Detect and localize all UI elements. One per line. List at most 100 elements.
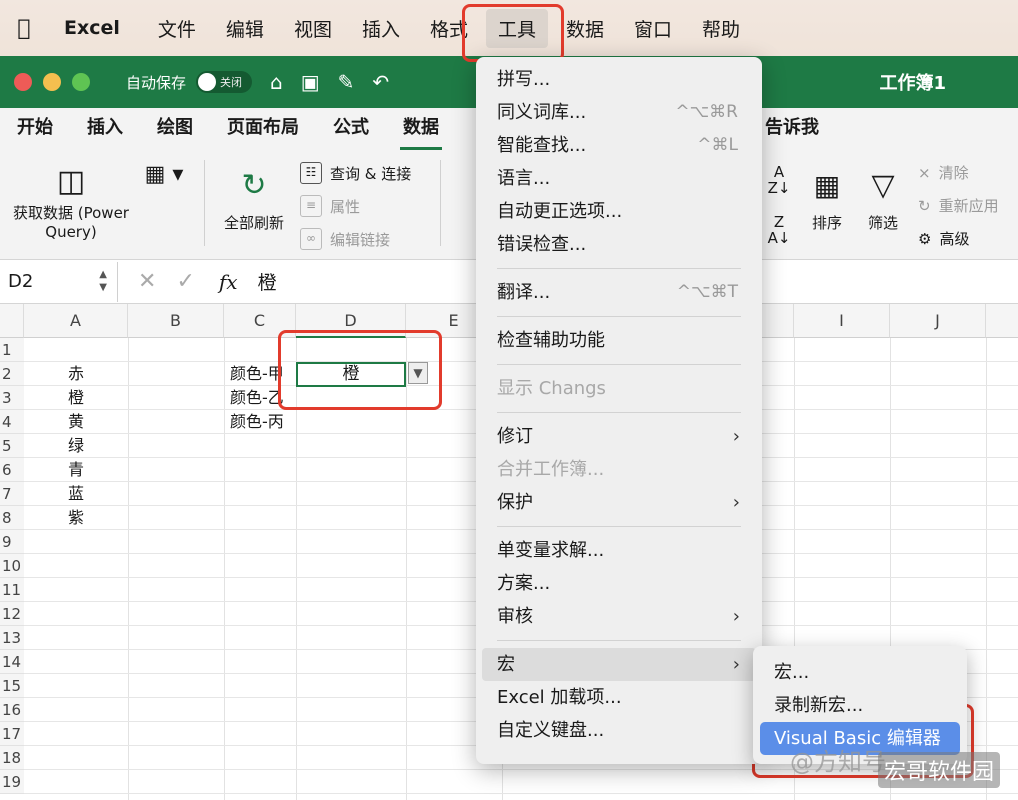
column-header-a[interactable]: A <box>24 304 128 338</box>
reapply-button[interactable]: ↻ 重新应用 <box>918 195 999 216</box>
sort-button[interactable]: ▦ 排序 <box>802 160 852 233</box>
edit-links-button[interactable]: ∞ 编辑链接 <box>300 228 390 250</box>
menu-item-protection[interactable]: 保护 › <box>476 486 762 519</box>
row-header[interactable]: 8 <box>0 506 24 530</box>
menu-item-smart-lookup[interactable]: 智能查找... ^⌘L <box>476 129 762 162</box>
row-header[interactable]: 19 <box>0 770 24 794</box>
show-changes-label: 显示 Changs <box>497 378 606 399</box>
submenu-item-macros[interactable]: 宏... <box>753 656 967 689</box>
autosave-toggle[interactable]: 关闭 <box>196 71 253 93</box>
column-header-i[interactable]: I <box>794 304 890 338</box>
tab-insert[interactable]: 插入 <box>70 108 140 152</box>
smart-lookup-label: 智能查找... <box>497 135 587 156</box>
menu-item-spelling[interactable]: 拼写... <box>476 63 762 96</box>
menu-item-autocorrect[interactable]: 自动更正选项... <box>476 195 762 228</box>
cell-a2[interactable]: 赤 <box>24 362 128 386</box>
row-header[interactable]: 4 <box>0 410 24 434</box>
menu-item-addins[interactable]: Excel 加载项... <box>476 681 762 714</box>
cell-a7[interactable]: 蓝 <box>24 482 128 506</box>
existing-connections-icon[interactable]: ▦ ▾ <box>140 162 188 187</box>
cell-c4[interactable]: 颜色-丙 <box>230 410 300 434</box>
row-header[interactable]: 14 <box>0 650 24 674</box>
select-all-corner[interactable] <box>0 304 24 338</box>
menu-item-error-check[interactable]: 错误检查... <box>476 228 762 261</box>
grid-line <box>986 338 987 800</box>
menu-insert[interactable]: 插入 <box>350 9 412 48</box>
advanced-filter-button[interactable]: ⚙ 高级 <box>918 228 969 249</box>
row-header[interactable]: 18 <box>0 746 24 770</box>
submenu-item-record-macro[interactable]: 录制新宏... <box>753 689 967 722</box>
row-header[interactable]: 9 <box>0 530 24 554</box>
autosave-state: 关闭 <box>220 76 243 89</box>
cancel-icon[interactable]: ✕ <box>138 269 156 294</box>
tab-page-layout[interactable]: 页面布局 <box>210 108 316 152</box>
row-header[interactable]: 1 <box>0 338 24 362</box>
clear-filter-button[interactable]: ⨯ 清除 <box>918 162 969 183</box>
filter-button[interactable]: ▽ 筛选 <box>858 160 908 233</box>
refresh-all-label: 全部刷新 <box>223 214 284 232</box>
name-box[interactable]: D2 ▲ ▼ <box>0 261 118 302</box>
row-header[interactable]: 17 <box>0 722 24 746</box>
refresh-all-button[interactable]: ↻ 全部刷新 <box>214 160 294 233</box>
minimize-window-button[interactable] <box>43 73 61 91</box>
formula-input[interactable]: 橙 <box>258 268 277 295</box>
cell-a8[interactable]: 紫 <box>24 506 128 530</box>
row-header[interactable]: 6 <box>0 458 24 482</box>
cell-a3[interactable]: 橙 <box>24 386 128 410</box>
close-window-button[interactable] <box>14 73 32 91</box>
grid-line <box>128 338 129 800</box>
menu-item-accessibility[interactable]: 检查辅助功能 <box>476 324 762 357</box>
undo-icon[interactable]: ↶ <box>372 70 389 94</box>
row-header[interactable]: 15 <box>0 674 24 698</box>
menu-file[interactable]: 文件 <box>146 9 208 48</box>
menu-edit[interactable]: 编辑 <box>214 9 276 48</box>
row-header[interactable]: 10 <box>0 554 24 578</box>
tab-draw[interactable]: 绘图 <box>140 108 210 152</box>
name-box-stepper-icon[interactable]: ▲ ▼ <box>99 268 107 294</box>
tab-home[interactable]: 开始 <box>0 108 70 152</box>
row-header[interactable]: 13 <box>0 626 24 650</box>
get-data-button[interactable]: ◫ 获取数据 (Power Query) <box>6 160 136 242</box>
cell-a6[interactable]: 青 <box>24 458 128 482</box>
menu-item-translate[interactable]: 翻译... ^⌥⌘T <box>476 276 762 309</box>
cell-a4[interactable]: 黄 <box>24 410 128 434</box>
row-header[interactable]: 2 <box>0 362 24 386</box>
column-header-b[interactable]: B <box>128 304 224 338</box>
menu-item-macro[interactable]: 宏 › <box>482 648 756 681</box>
zoom-window-button[interactable] <box>72 73 90 91</box>
menu-item-scenarios[interactable]: 方案... <box>476 567 762 600</box>
row-header[interactable]: 11 <box>0 578 24 602</box>
menu-item-auditing[interactable]: 审核 › <box>476 600 762 633</box>
column-header-j[interactable]: J <box>890 304 986 338</box>
sort-za-icon[interactable]: Z A↓ <box>764 214 794 246</box>
menu-window[interactable]: 窗口 <box>622 9 684 48</box>
query-connect-button[interactable]: ☷ 查询 & 连接 <box>300 162 411 184</box>
auditing-label: 审核 <box>497 606 533 627</box>
menu-help[interactable]: 帮助 <box>690 9 752 48</box>
save-icon[interactable]: ▣ <box>301 70 320 94</box>
confirm-icon[interactable]: ✓ <box>176 269 194 294</box>
menu-item-track-changes[interactable]: 修订 › <box>476 420 762 453</box>
row-header[interactable]: 5 <box>0 434 24 458</box>
row-header[interactable]: 3 <box>0 386 24 410</box>
tab-data[interactable]: 数据 <box>386 108 456 152</box>
row-header[interactable]: 7 <box>0 482 24 506</box>
menu-item-thesaurus[interactable]: 同义词库... ^⌥⌘R <box>476 96 762 129</box>
row-header[interactable]: 16 <box>0 698 24 722</box>
insert-function-button[interactable]: fx <box>219 270 238 294</box>
menu-item-language[interactable]: 语言... <box>476 162 762 195</box>
menu-view[interactable]: 视图 <box>282 9 344 48</box>
menu-item-goal-seek[interactable]: 单变量求解... <box>476 534 762 567</box>
app-menu-excel[interactable]: Excel <box>64 17 120 39</box>
goal-seek-label: 单变量求解... <box>497 540 605 561</box>
tab-formulas[interactable]: 公式 <box>316 108 386 152</box>
row-header[interactable]: 12 <box>0 602 24 626</box>
sort-az-icon[interactable]: A Z↓ <box>764 164 794 196</box>
save-as-icon[interactable]: ✎ <box>338 70 355 94</box>
home-icon[interactable]: ⌂ <box>270 70 283 94</box>
properties-button[interactable]: ≡ 属性 <box>300 195 360 217</box>
query-icon: ☷ <box>300 162 322 184</box>
cell-a5[interactable]: 绿 <box>24 434 128 458</box>
menu-item-customize-keyboard[interactable]: 自定义键盘... <box>476 714 762 747</box>
apple-icon[interactable]:  <box>0 16 48 41</box>
